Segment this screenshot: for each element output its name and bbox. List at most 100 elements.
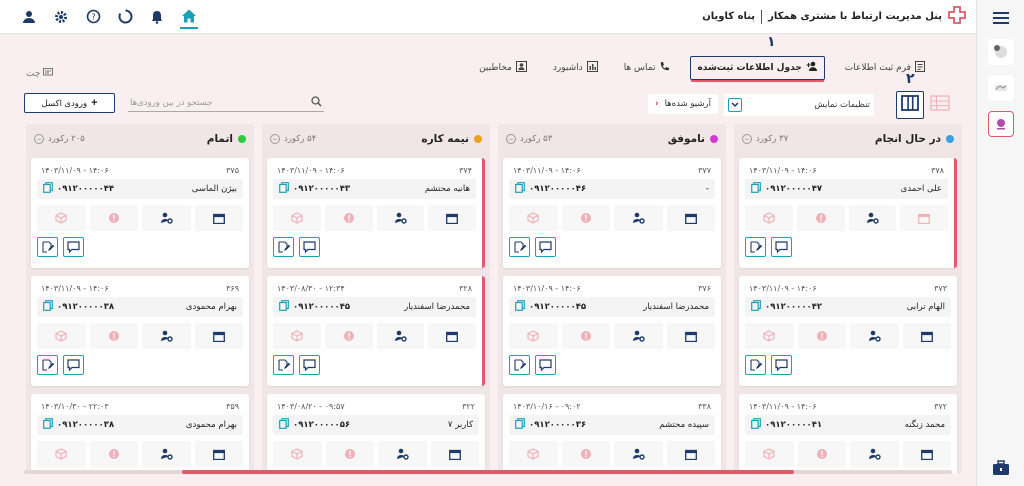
alert-icon[interactable]: [797, 441, 846, 467]
user-settings-icon[interactable]: [850, 441, 899, 467]
edit-note-icon[interactable]: [745, 237, 766, 257]
rail-avatar-2[interactable]: [988, 75, 1014, 101]
calendar-icon[interactable]: [900, 205, 948, 231]
copy-icon[interactable]: [751, 300, 761, 314]
alert-icon[interactable]: [561, 205, 610, 231]
box-icon[interactable]: [509, 205, 558, 231]
alert-icon[interactable]: [796, 205, 845, 231]
collapse-column-icon[interactable]: −: [506, 134, 516, 144]
rail-avatar-1[interactable]: [988, 39, 1014, 65]
search-input[interactable]: جستجو در بین ورودی‌ها: [128, 94, 324, 112]
calendar-icon[interactable]: [194, 441, 243, 467]
user-settings-icon[interactable]: [614, 323, 663, 349]
hamburger-menu-icon[interactable]: [988, 5, 1014, 31]
calendar-icon[interactable]: [666, 323, 715, 349]
chat-icon[interactable]: [63, 355, 84, 375]
chat-icon[interactable]: [771, 237, 792, 257]
chat-icon[interactable]: [535, 237, 556, 257]
edit-note-icon[interactable]: [273, 237, 294, 257]
record-card[interactable]: ۱۴۰۳/۰۸/۲۰ - ۰۹:۵۷ ۳۲۲ ۰۹۱۲۰۰۰۰۰۵۶ کاربر…: [267, 394, 485, 474]
box-icon[interactable]: [509, 323, 558, 349]
alert-icon[interactable]: [324, 205, 373, 231]
horizontal-scrollbar[interactable]: [24, 470, 952, 474]
edit-note-icon[interactable]: [509, 237, 530, 257]
user-settings-icon[interactable]: [376, 205, 425, 231]
help-icon[interactable]: ?: [84, 8, 102, 26]
user-settings-icon[interactable]: [142, 441, 191, 467]
copy-icon[interactable]: [43, 300, 53, 314]
record-card[interactable]: ۱۴۰۳/۱۱/۰۹ - ۱۴:۰۶ ۳۷۷ ۰۹۱۲۰۰۰۰۰۴۶ -: [503, 158, 721, 268]
chat-icon[interactable]: [299, 237, 320, 257]
box-icon[interactable]: [745, 205, 793, 231]
alert-icon[interactable]: [797, 323, 846, 349]
edit-note-icon[interactable]: [37, 237, 58, 257]
copy-icon[interactable]: [43, 182, 53, 196]
copy-icon[interactable]: [515, 182, 525, 196]
copy-icon[interactable]: [515, 300, 525, 314]
calendar-icon[interactable]: [194, 205, 243, 231]
user-settings-icon[interactable]: [376, 323, 425, 349]
record-card[interactable]: ۱۴۰۳/۱۱/۰۹ - ۱۴:۰۶ ۳۷۴ ۰۹۱۲۰۰۰۰۰۴۳ هانیه…: [267, 158, 485, 268]
box-icon[interactable]: [273, 205, 321, 231]
record-card[interactable]: ۱۴۰۳/۱۱/۰۹ - ۱۴:۰۶ ۳۷۲ ۰۹۱۲۰۰۰۰۰۴۱ محمد …: [739, 394, 957, 474]
record-card[interactable]: ۱۴۰۳/۰۸/۳۰ - ۱۲:۳۴ ۳۲۸ ۰۹۱۲۰۰۰۰۰۴۵ محمدر…: [267, 276, 485, 386]
user-settings-icon[interactable]: [614, 441, 663, 467]
calendar-icon[interactable]: [666, 205, 715, 231]
copy-icon[interactable]: [751, 418, 761, 432]
alert-icon[interactable]: [89, 323, 138, 349]
collapse-column-icon[interactable]: −: [742, 134, 752, 144]
alert-icon[interactable]: [325, 441, 374, 467]
calendar-icon[interactable]: [194, 323, 243, 349]
box-icon[interactable]: [745, 441, 794, 467]
record-card[interactable]: ۱۴۰۳/۱۱/۰۹ - ۱۴:۰۶ ۳۶۹ ۰۹۱۲۰۰۰۰۰۳۸ بهرام…: [31, 276, 249, 386]
box-icon[interactable]: [37, 323, 86, 349]
copy-icon[interactable]: [279, 182, 289, 196]
record-card[interactable]: ۱۴۰۳/۱۰/۳۰ - ۲۲:۰۳ ۳۵۹ ۰۹۱۲۰۰۰۰۰۳۸ بهرام…: [31, 394, 249, 474]
excel-import-button[interactable]: + ورودی اکسل: [24, 93, 115, 113]
record-card[interactable]: ۱۴۰۳/۱۱/۰۹ - ۱۴:۰۶ ۳۷۸ ۰۹۱۲۰۰۰۰۰۴۷ علی ا…: [739, 158, 957, 268]
chat-icon[interactable]: [535, 355, 556, 375]
chat-icon[interactable]: [771, 355, 792, 375]
calendar-icon[interactable]: [428, 205, 476, 231]
edit-note-icon[interactable]: [273, 355, 294, 375]
tab-form[interactable]: فرم ثبت اطلاعات: [839, 56, 931, 80]
chat-icon[interactable]: [63, 237, 84, 257]
copy-icon[interactable]: [515, 418, 525, 432]
calendar-icon[interactable]: [666, 441, 715, 467]
alert-icon[interactable]: [561, 441, 610, 467]
display-settings-select[interactable]: تنظیمات نمایش: [724, 94, 874, 116]
record-card[interactable]: ۱۴۰۳/۱۱/۰۹ - ۱۴:۰۶ ۳۷۳ ۰۹۱۲۰۰۰۰۰۴۲ الهام…: [739, 276, 957, 386]
user-settings-icon[interactable]: [142, 323, 191, 349]
copy-icon[interactable]: [279, 300, 289, 314]
calendar-icon[interactable]: [902, 323, 951, 349]
box-icon[interactable]: [745, 323, 794, 349]
box-icon[interactable]: [37, 441, 86, 467]
record-card[interactable]: ۱۴۰۳/۱۱/۰۹ - ۱۴:۰۶ ۳۷۵ ۰۹۱۲۰۰۰۰۰۴۴ بیژن …: [31, 158, 249, 268]
user-settings-icon[interactable]: [850, 323, 899, 349]
bell-icon[interactable]: [148, 8, 166, 26]
calendar-icon[interactable]: [428, 323, 476, 349]
edit-note-icon[interactable]: [37, 355, 58, 375]
record-card[interactable]: ۱۴۰۳/۱۰/۱۶ - ۰۹:۰۲ ۳۳۸ ۰۹۱۲۰۰۰۰۰۳۶ سپیده…: [503, 394, 721, 474]
user-settings-icon[interactable]: [848, 205, 897, 231]
tab-dashboard[interactable]: داشبورد: [547, 56, 604, 80]
collapse-column-icon[interactable]: −: [34, 134, 44, 144]
list-view-toggle[interactable]: [930, 95, 950, 114]
edit-note-icon[interactable]: [509, 355, 530, 375]
user-settings-icon[interactable]: [378, 441, 427, 467]
archived-button[interactable]: آرشیو شده‌ها ‹: [648, 94, 718, 114]
alert-icon[interactable]: [324, 323, 373, 349]
copy-icon[interactable]: [279, 418, 289, 432]
chevron-down-icon[interactable]: [728, 98, 742, 112]
board-view-toggle[interactable]: [896, 91, 924, 119]
home-icon[interactable]: [180, 5, 198, 29]
box-icon[interactable]: [273, 323, 321, 349]
edit-note-icon[interactable]: [745, 355, 766, 375]
copy-icon[interactable]: [43, 418, 53, 432]
alert-icon[interactable]: [89, 205, 138, 231]
box-icon[interactable]: [37, 205, 86, 231]
rail-avatar-3[interactable]: [988, 111, 1014, 137]
alert-icon[interactable]: [89, 441, 138, 467]
box-icon[interactable]: [273, 441, 322, 467]
calendar-icon[interactable]: [430, 441, 479, 467]
